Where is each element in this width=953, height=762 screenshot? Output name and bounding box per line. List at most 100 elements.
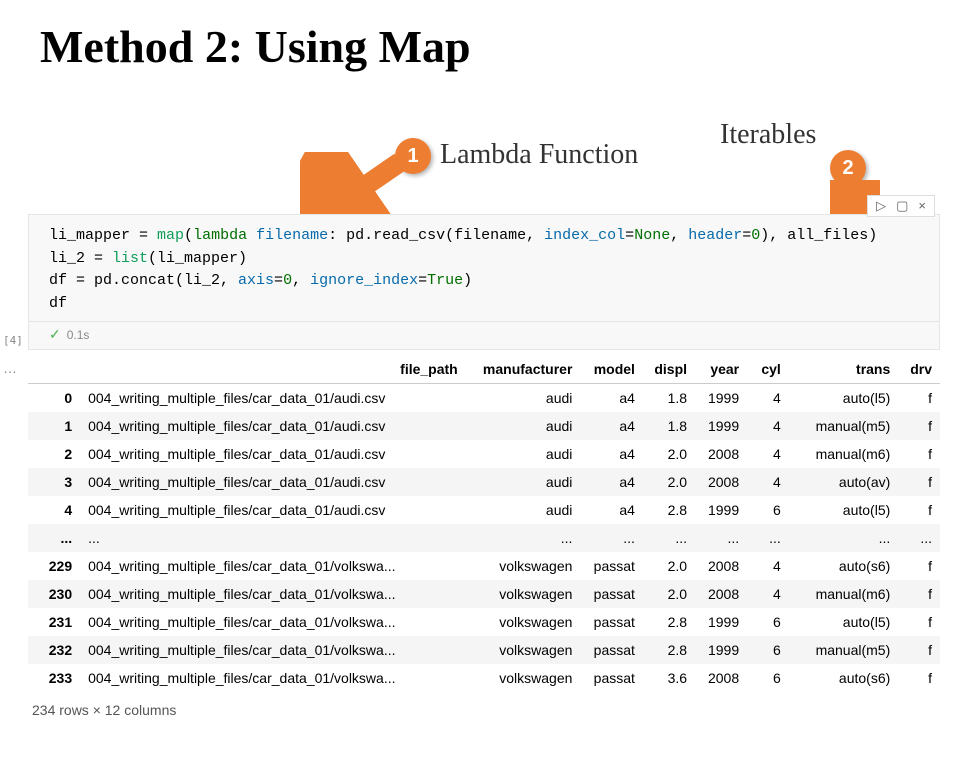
cell-trans: manual(m6) bbox=[789, 580, 898, 608]
table-row: 4004_writing_multiple_files/car_data_01/… bbox=[28, 496, 940, 524]
cell-mdl: passat bbox=[580, 636, 643, 664]
cell-cyl: 6 bbox=[747, 496, 789, 524]
cell-cyl: 4 bbox=[747, 580, 789, 608]
cell-displ: 2.0 bbox=[643, 440, 695, 468]
cell-drv: f bbox=[898, 468, 940, 496]
cell-year: 1999 bbox=[695, 636, 747, 664]
cell-mdl: a4 bbox=[580, 468, 643, 496]
cell-year: 1999 bbox=[695, 412, 747, 440]
table-summary: 234 rows × 12 columns bbox=[28, 702, 940, 718]
cell-displ: 2.0 bbox=[643, 552, 695, 580]
exec-time: 0.1s bbox=[67, 328, 90, 342]
code-line-2[interactable]: li_2 = list(li_mapper) bbox=[49, 248, 919, 271]
cell-mfr: volkswagen bbox=[466, 636, 581, 664]
cell-drv: f bbox=[898, 664, 940, 692]
cell-mdl: passat bbox=[580, 580, 643, 608]
toolbar-cell-icon[interactable]: ▢ bbox=[892, 198, 912, 214]
cell-fp: 004_writing_multiple_files/car_data_01/a… bbox=[80, 384, 466, 413]
cell-trans: ... bbox=[789, 524, 898, 552]
cell-fp: 004_writing_multiple_files/car_data_01/v… bbox=[80, 636, 466, 664]
table-row: 231004_writing_multiple_files/car_data_0… bbox=[28, 608, 940, 636]
gutter-ellipsis-icon[interactable]: … bbox=[3, 360, 17, 376]
cell-year: 1999 bbox=[695, 384, 747, 413]
toolbar-close-icon[interactable]: × bbox=[914, 198, 930, 214]
output-table: file_path manufacturer model displ year … bbox=[28, 355, 940, 718]
cell-fp: 004_writing_multiple_files/car_data_01/v… bbox=[80, 664, 466, 692]
code-cell[interactable]: li_mapper = map(lambda filename: pd.read… bbox=[28, 214, 940, 350]
cell-mfr: audi bbox=[466, 412, 581, 440]
cell-trans: auto(l5) bbox=[789, 496, 898, 524]
cell-drv: f bbox=[898, 440, 940, 468]
table-row: 233004_writing_multiple_files/car_data_0… bbox=[28, 664, 940, 692]
cell-year: ... bbox=[695, 524, 747, 552]
cell-trans: manual(m5) bbox=[789, 412, 898, 440]
col-cyl: cyl bbox=[747, 355, 789, 384]
cell-idx: 0 bbox=[28, 384, 80, 413]
cell-fp: 004_writing_multiple_files/car_data_01/a… bbox=[80, 496, 466, 524]
cell-mfr: volkswagen bbox=[466, 552, 581, 580]
cell-cyl: 4 bbox=[747, 468, 789, 496]
code-line-1[interactable]: li_mapper = map(lambda filename: pd.read… bbox=[49, 225, 919, 248]
cell-mdl: ... bbox=[580, 524, 643, 552]
cell-displ: 2.8 bbox=[643, 608, 695, 636]
col-year: year bbox=[695, 355, 747, 384]
table-row: ........................... bbox=[28, 524, 940, 552]
code-line-3[interactable]: df = pd.concat(li_2, axis=0, ignore_inde… bbox=[49, 270, 919, 293]
toolbar-run-icon[interactable]: ▷ bbox=[872, 198, 890, 214]
cell-cyl: 4 bbox=[747, 552, 789, 580]
col-drv: drv bbox=[898, 355, 940, 384]
cell-displ: 2.0 bbox=[643, 468, 695, 496]
cell-cyl: 6 bbox=[747, 608, 789, 636]
cell-cyl: 6 bbox=[747, 636, 789, 664]
cell-fp: 004_writing_multiple_files/car_data_01/v… bbox=[80, 552, 466, 580]
table-row: 1004_writing_multiple_files/car_data_01/… bbox=[28, 412, 940, 440]
cell-year: 2008 bbox=[695, 552, 747, 580]
cell-fp: 004_writing_multiple_files/car_data_01/a… bbox=[80, 468, 466, 496]
cell-year: 1999 bbox=[695, 608, 747, 636]
cell-idx: 232 bbox=[28, 636, 80, 664]
cell-drv: f bbox=[898, 496, 940, 524]
cell-idx: 233 bbox=[28, 664, 80, 692]
cell-drv: f bbox=[898, 608, 940, 636]
cell-year: 2008 bbox=[695, 580, 747, 608]
cell-drv: f bbox=[898, 636, 940, 664]
cell-trans: manual(m6) bbox=[789, 440, 898, 468]
table-header-row: file_path manufacturer model displ year … bbox=[28, 355, 940, 384]
cell-drv: f bbox=[898, 552, 940, 580]
cell-trans: auto(av) bbox=[789, 468, 898, 496]
col-index bbox=[28, 355, 80, 384]
cell-displ: 2.8 bbox=[643, 636, 695, 664]
table-row: 232004_writing_multiple_files/car_data_0… bbox=[28, 636, 940, 664]
cell-year: 1999 bbox=[695, 496, 747, 524]
cell-displ: 1.8 bbox=[643, 412, 695, 440]
cell-mdl: passat bbox=[580, 608, 643, 636]
code-line-4[interactable]: df bbox=[49, 293, 919, 316]
cell-cyl: 4 bbox=[747, 440, 789, 468]
cell-mdl: a4 bbox=[580, 384, 643, 413]
cell-cyl: 4 bbox=[747, 384, 789, 413]
col-model: model bbox=[580, 355, 643, 384]
cell-idx: 4 bbox=[28, 496, 80, 524]
cell-fp: 004_writing_multiple_files/car_data_01/a… bbox=[80, 412, 466, 440]
cell-year: 2008 bbox=[695, 664, 747, 692]
cell-mdl: passat bbox=[580, 664, 643, 692]
cell-mfr: audi bbox=[466, 496, 581, 524]
cell-idx: 1 bbox=[28, 412, 80, 440]
check-icon: ✓ bbox=[49, 326, 61, 343]
cell-trans: auto(l5) bbox=[789, 608, 898, 636]
cell-idx: 229 bbox=[28, 552, 80, 580]
table-row: 3004_writing_multiple_files/car_data_01/… bbox=[28, 468, 940, 496]
cell-fp: ... bbox=[80, 524, 466, 552]
table-row: 0004_writing_multiple_files/car_data_01/… bbox=[28, 384, 940, 413]
cell-mfr: volkswagen bbox=[466, 580, 581, 608]
cell-trans: manual(m5) bbox=[789, 636, 898, 664]
exec-info: ✓ 0.1s bbox=[29, 321, 939, 343]
col-displ: displ bbox=[643, 355, 695, 384]
cell-trans: auto(s6) bbox=[789, 552, 898, 580]
cell-idx: 230 bbox=[28, 580, 80, 608]
cell-trans: auto(l5) bbox=[789, 384, 898, 413]
cell-mfr: audi bbox=[466, 440, 581, 468]
cell-drv: f bbox=[898, 412, 940, 440]
cell-idx: 2 bbox=[28, 440, 80, 468]
cell-toolbar: ▷ ▢ × bbox=[867, 195, 935, 217]
